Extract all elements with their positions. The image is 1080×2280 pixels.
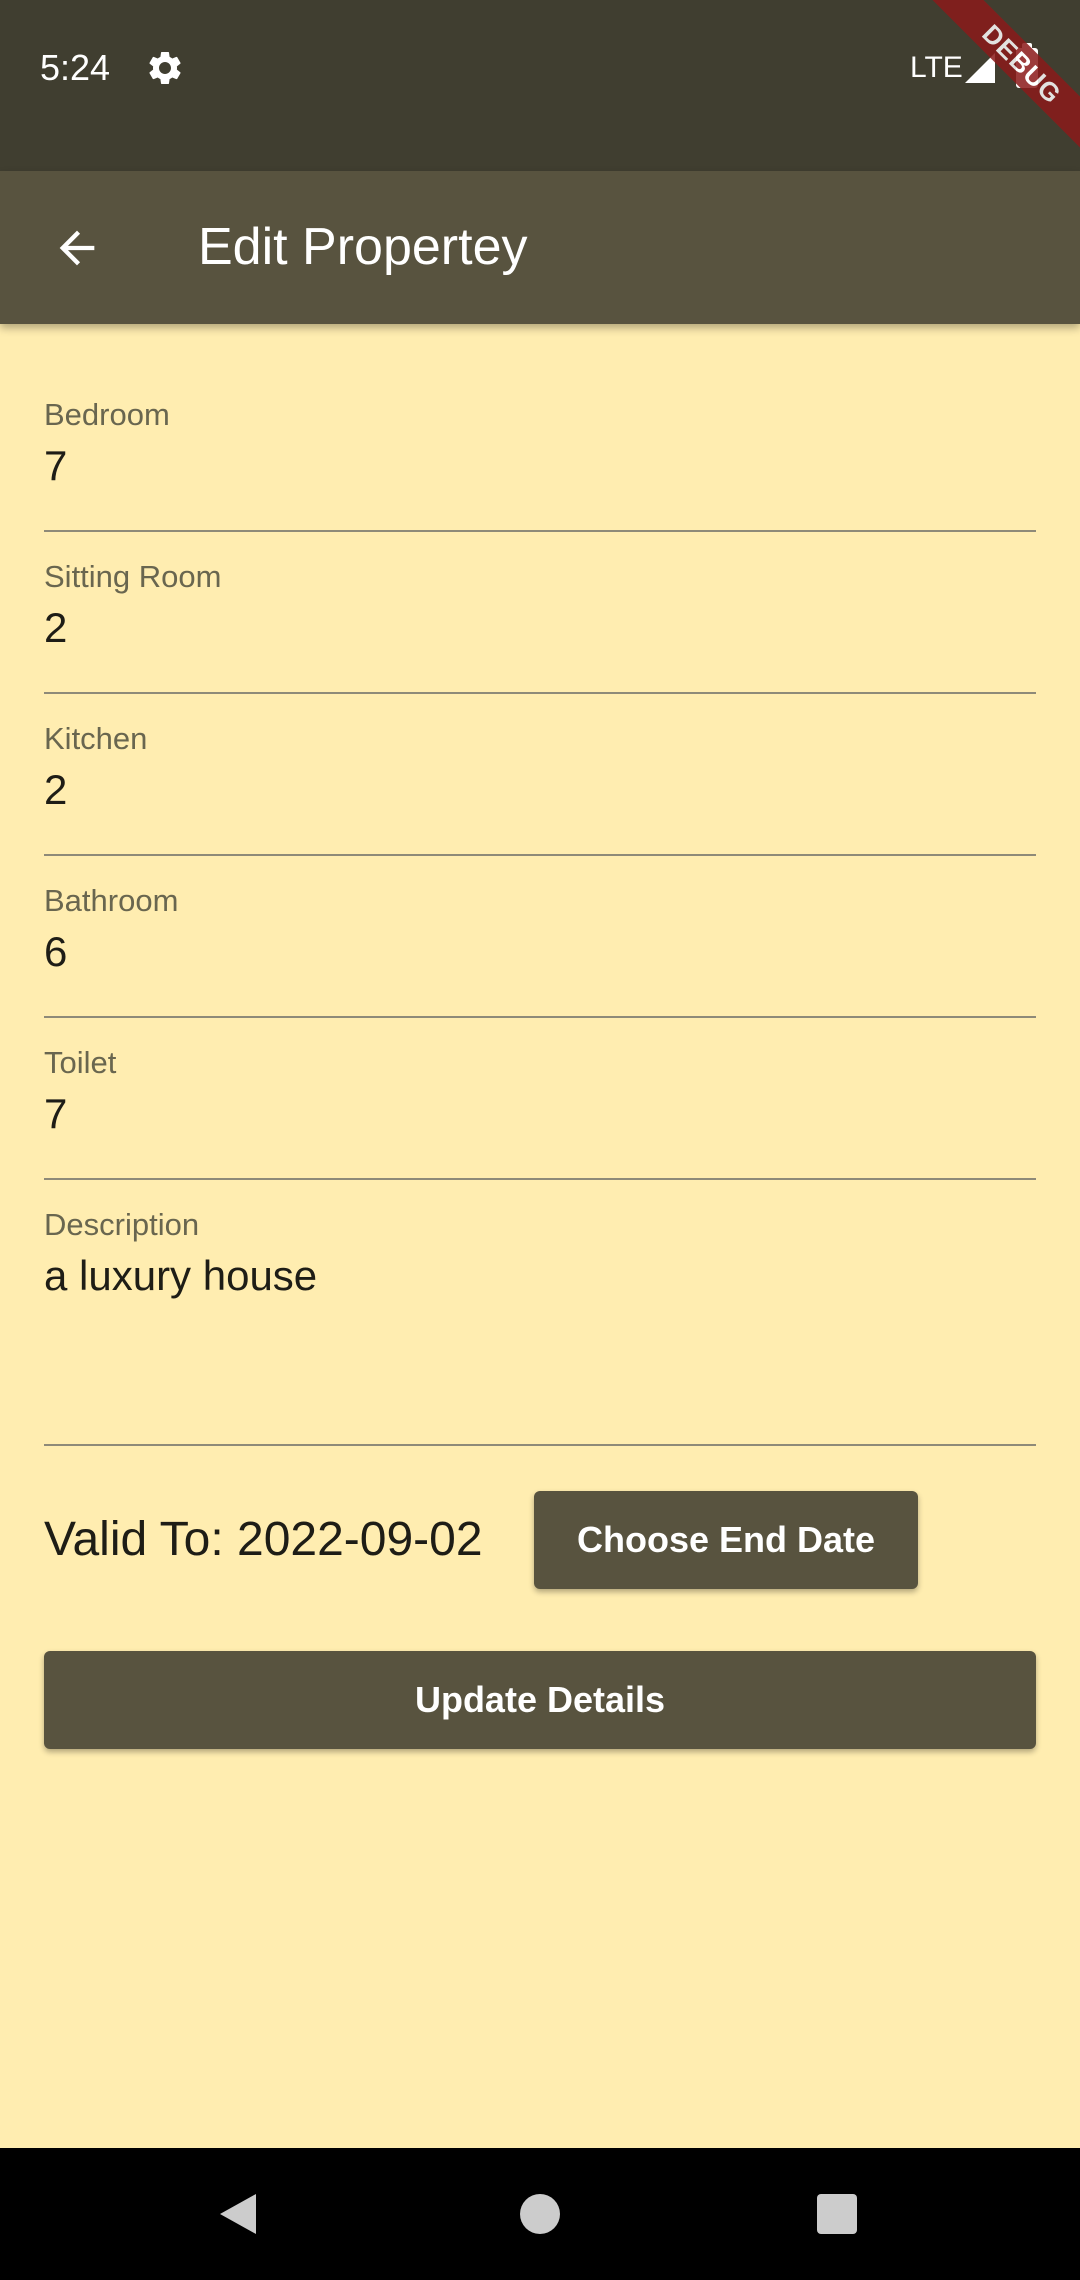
- status-bar: 5:24 LTE DEBUG: [0, 0, 1080, 171]
- status-time: 5:24: [40, 47, 111, 88]
- bathroom-field[interactable]: Bathroom 6: [44, 882, 1036, 1018]
- sitting-room-value: 2: [44, 604, 68, 651]
- bedroom-field[interactable]: Bedroom 7: [44, 396, 1036, 532]
- bathroom-label: Bathroom: [44, 883, 179, 918]
- valid-to-text: Valid To: 2022-09-02: [44, 1513, 483, 1566]
- arrow-back-icon: [59, 230, 95, 266]
- update-details-button[interactable]: Update Details: [44, 1651, 1036, 1749]
- page-title: Edit Propertey: [198, 218, 528, 276]
- kitchen-field[interactable]: Kitchen 2: [44, 720, 1036, 856]
- back-button[interactable]: [40, 211, 114, 285]
- sitting-room-label: Sitting Room: [44, 559, 222, 594]
- description-value: a luxury house: [44, 1252, 318, 1299]
- description-field[interactable]: Description a luxury house: [44, 1206, 1036, 1446]
- gear-icon: [149, 51, 181, 84]
- bathroom-value: 6: [44, 928, 68, 975]
- sitting-room-field[interactable]: Sitting Room 2: [44, 558, 1036, 694]
- screen: 5:24 LTE DEBUG Edit Propertey Bedroom 7 …: [0, 0, 1080, 2280]
- kitchen-value: 2: [44, 766, 68, 813]
- description-label: Description: [44, 1207, 200, 1242]
- kitchen-label: Kitchen: [44, 721, 148, 756]
- app-bar: Edit Propertey: [0, 171, 1080, 324]
- nav-back-icon[interactable]: [216, 2190, 260, 2238]
- bedroom-value: 7: [44, 442, 68, 489]
- network-type: LTE: [910, 51, 963, 84]
- nav-recents-icon[interactable]: [817, 2194, 857, 2234]
- toilet-field[interactable]: Toilet 7: [44, 1044, 1036, 1180]
- toilet-value: 7: [44, 1090, 68, 1137]
- bedroom-label: Bedroom: [44, 397, 170, 432]
- toilet-label: Toilet: [44, 1045, 117, 1080]
- choose-end-date-button[interactable]: Choose End Date: [534, 1491, 918, 1589]
- nav-home-icon[interactable]: [520, 2194, 560, 2234]
- navigation-bar: [0, 2148, 1080, 2280]
